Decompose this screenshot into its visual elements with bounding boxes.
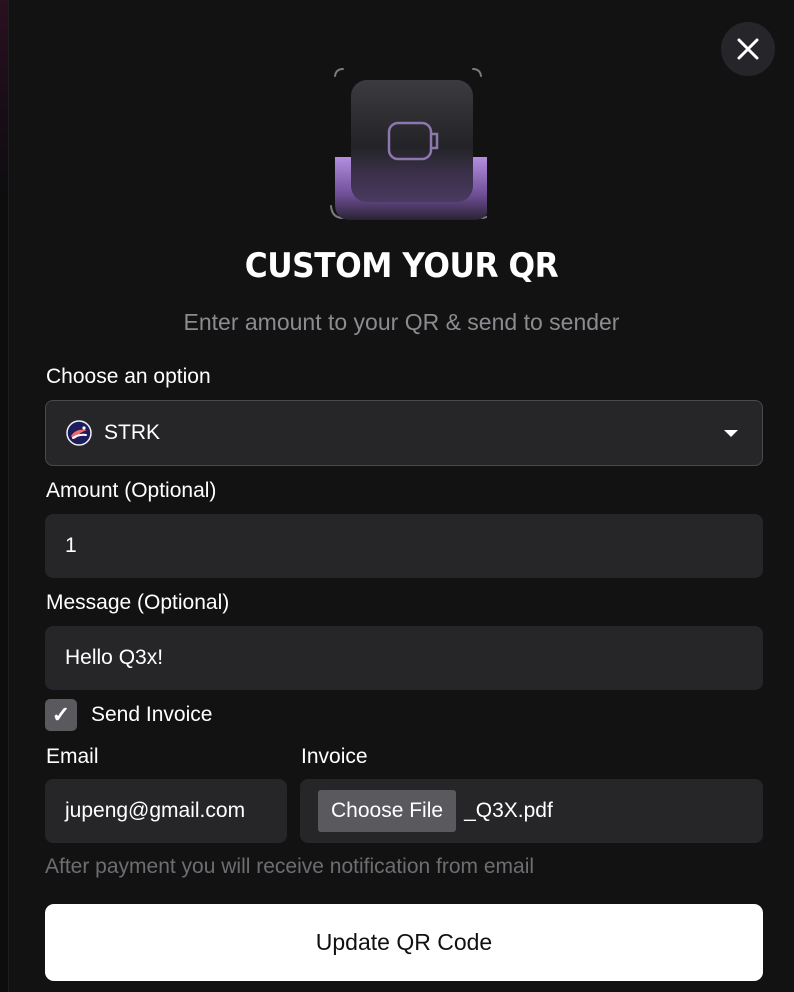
choose-file-button[interactable]: Choose File <box>318 790 457 832</box>
send-invoice-label[interactable]: Send Invoice <box>91 703 212 727</box>
option-label: Choose an option <box>46 365 211 388</box>
message-label: Message (Optional) <box>46 591 230 614</box>
amount-value: 1 <box>65 534 77 557</box>
wallet-illustration-icon <box>330 68 487 220</box>
custom-qr-modal: CUSTOM YOUR QR Enter amount to your QR &… <box>8 0 794 992</box>
file-name: _Q3X.pdf <box>464 799 553 822</box>
close-icon <box>737 38 759 60</box>
page-subtitle: Enter amount to your QR & send to sender <box>183 309 620 335</box>
invoice-file-input[interactable]: Choose File _Q3X.pdf <box>300 779 763 843</box>
email-input[interactable]: jupeng@gmail.com <box>45 779 287 843</box>
amount-label: Amount (Optional) <box>46 479 217 502</box>
starknet-token-icon <box>66 420 92 446</box>
send-invoice-checkbox[interactable]: ✓ <box>45 699 77 731</box>
invoice-label: Invoice <box>301 745 368 768</box>
amount-input[interactable]: 1 <box>45 514 763 578</box>
email-value: jupeng@gmail.com <box>65 799 246 822</box>
message-value: Hello Q3x! <box>65 646 164 669</box>
payment-notification-hint: After payment you will receive notificat… <box>45 855 535 878</box>
token-select-value: STRK <box>104 421 161 444</box>
update-qr-code-button[interactable]: Update QR Code <box>45 904 763 981</box>
chevron-down-icon <box>724 430 738 437</box>
page-title: CUSTOM YOUR QR <box>244 246 559 286</box>
checkmark-icon: ✓ <box>51 702 71 727</box>
backdrop-edge <box>0 0 8 992</box>
message-input[interactable]: Hello Q3x! <box>45 626 763 690</box>
token-select[interactable]: STRK <box>45 400 763 466</box>
close-button[interactable] <box>721 22 775 76</box>
email-label: Email <box>46 745 99 768</box>
